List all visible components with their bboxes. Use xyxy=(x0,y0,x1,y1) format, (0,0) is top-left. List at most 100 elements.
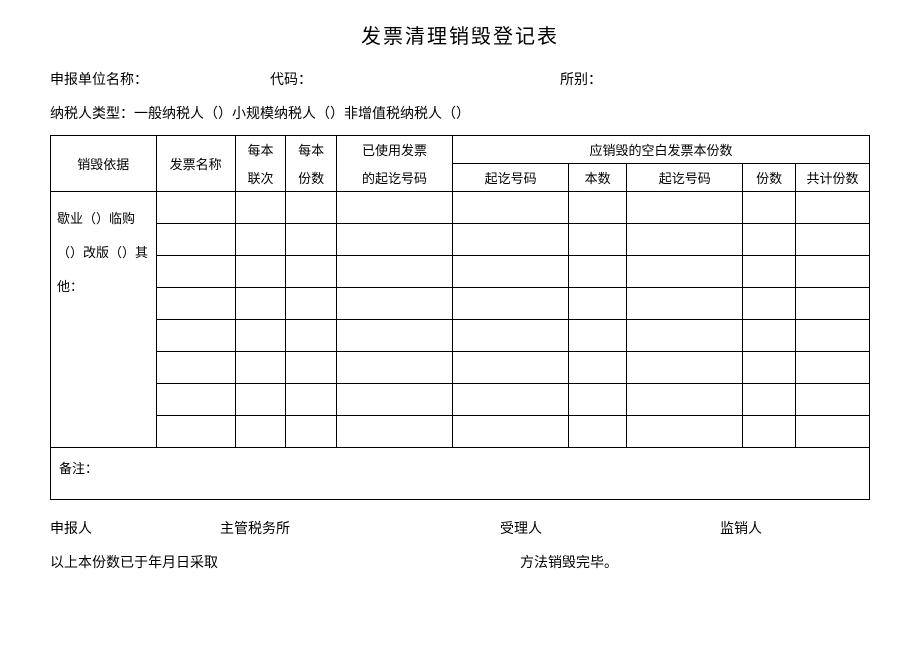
footer-acceptor: 受理人 xyxy=(500,518,720,538)
cell xyxy=(156,352,235,384)
cell xyxy=(569,352,627,384)
hdr-blank-books: 本数 xyxy=(569,164,627,192)
cell xyxy=(286,192,337,224)
cell xyxy=(235,416,286,448)
hdr-used-l2: 的起讫号码 xyxy=(336,164,452,192)
cell xyxy=(743,416,796,448)
cell xyxy=(156,224,235,256)
footer-note: 以上本份数已于年月日采取 方法销毁完毕。 xyxy=(50,552,870,572)
cell xyxy=(235,384,286,416)
cell xyxy=(156,256,235,288)
cell xyxy=(453,192,569,224)
cell xyxy=(569,320,627,352)
cell xyxy=(569,416,627,448)
hdr-blank-copies: 份数 xyxy=(743,164,796,192)
hdr-blank-group: 应销毁的空白发票本份数 xyxy=(453,136,870,164)
cell xyxy=(627,320,743,352)
cell xyxy=(235,192,286,224)
cell xyxy=(286,320,337,352)
cell xyxy=(156,416,235,448)
hdr-count-l2: 份数 xyxy=(286,164,337,192)
table-row xyxy=(51,352,870,384)
cell xyxy=(627,224,743,256)
cell xyxy=(743,224,796,256)
cell xyxy=(627,256,743,288)
cell xyxy=(286,416,337,448)
cell xyxy=(627,384,743,416)
taxpayer-type-label: 纳税人类型：一般纳税人（）小规模纳税人（）非增值税纳税人（） xyxy=(50,103,470,123)
cell xyxy=(235,224,286,256)
cell xyxy=(336,416,452,448)
cell xyxy=(453,288,569,320)
table-row xyxy=(51,256,870,288)
cell xyxy=(336,224,452,256)
cell xyxy=(796,256,870,288)
cell xyxy=(569,224,627,256)
table-row xyxy=(51,224,870,256)
cell xyxy=(336,320,452,352)
cell xyxy=(569,384,627,416)
cell xyxy=(743,192,796,224)
code-label: 代码： xyxy=(270,69,560,89)
cell xyxy=(627,416,743,448)
unit-label: 申报单位名称： xyxy=(50,69,270,89)
cell xyxy=(796,192,870,224)
table-row xyxy=(51,384,870,416)
footer-supervisor: 监销人 xyxy=(720,518,762,538)
footer-tax-office: 主管税务所 xyxy=(220,518,500,538)
cell xyxy=(156,384,235,416)
cell xyxy=(743,320,796,352)
cell xyxy=(453,224,569,256)
cell xyxy=(796,416,870,448)
cell xyxy=(286,384,337,416)
cell xyxy=(627,192,743,224)
cell xyxy=(336,288,452,320)
hdr-blank-total: 共计份数 xyxy=(796,164,870,192)
hdr-blank-range2: 起讫号码 xyxy=(627,164,743,192)
cell xyxy=(627,288,743,320)
hdr-blank-range1: 起讫号码 xyxy=(453,164,569,192)
page-title: 发票清理销毁登记表 xyxy=(50,20,870,49)
cell xyxy=(453,352,569,384)
cell xyxy=(796,320,870,352)
cell xyxy=(235,320,286,352)
cell xyxy=(796,288,870,320)
cell xyxy=(453,256,569,288)
cell xyxy=(336,256,452,288)
basis-cell: 歇业（）临购（）改版（）其他： xyxy=(51,192,157,448)
main-table: 销毁依据 发票名称 每本 每本 已使用发票 应销毁的空白发票本份数 联次 份数 … xyxy=(50,135,870,500)
hdr-basis: 销毁依据 xyxy=(51,136,157,192)
footer-note-right: 方法销毁完毕。 xyxy=(520,552,618,572)
cell xyxy=(627,352,743,384)
cell xyxy=(743,288,796,320)
footer-reporter: 申报人 xyxy=(50,518,220,538)
cell xyxy=(796,384,870,416)
cell xyxy=(286,352,337,384)
cell xyxy=(743,352,796,384)
cell xyxy=(743,256,796,288)
cell xyxy=(453,416,569,448)
hdr-used-l1: 已使用发票 xyxy=(336,136,452,164)
cell xyxy=(569,288,627,320)
cell xyxy=(156,288,235,320)
footer-note-left: 以上本份数已于年月日采取 xyxy=(50,552,520,572)
cell xyxy=(286,224,337,256)
cell xyxy=(235,352,286,384)
table-row xyxy=(51,288,870,320)
cell xyxy=(796,224,870,256)
cell xyxy=(286,288,337,320)
office-label: 所别： xyxy=(560,69,602,89)
cell xyxy=(235,256,286,288)
cell xyxy=(796,352,870,384)
cell xyxy=(336,384,452,416)
cell xyxy=(453,384,569,416)
cell xyxy=(156,192,235,224)
hdr-invoice-name: 发票名称 xyxy=(156,136,235,192)
cell xyxy=(286,256,337,288)
hdr-count-l1: 每本 xyxy=(286,136,337,164)
cell xyxy=(235,288,286,320)
table-row: 歇业（）临购（）改版（）其他： xyxy=(51,192,870,224)
hdr-copies-l2: 联次 xyxy=(235,164,286,192)
meta-row-1: 申报单位名称： 代码： 所别： xyxy=(50,69,870,89)
cell xyxy=(336,352,452,384)
